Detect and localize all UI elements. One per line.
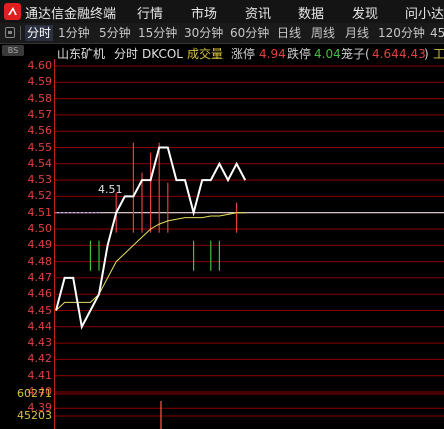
y-tick-label: 4.51	[27, 205, 53, 219]
y-tick-label: 4.42	[27, 352, 53, 366]
y-tick-label: 4.46	[27, 287, 53, 301]
y-axis-line	[54, 59, 55, 429]
y-tick-label: 4.50	[27, 222, 53, 235]
y-tick-label: 4.41	[27, 368, 53, 382]
price-flag: 4.51	[98, 183, 123, 196]
y-tick-label: 4.56	[27, 124, 53, 138]
y-tick-label: 4.47	[27, 270, 53, 284]
intraday-chart[interactable]	[0, 0, 444, 429]
y-tick-label: 4.54	[27, 156, 53, 170]
y-tick-label: 4.44	[27, 319, 53, 333]
y-tick-label: 4.55	[27, 140, 53, 154]
y-tick-label: 4.43	[27, 336, 53, 350]
y-tick-label: 4.49	[27, 238, 53, 252]
volume-tick-label: 60271	[17, 387, 52, 400]
y-tick-label: 4.53	[27, 173, 53, 187]
y-tick-label: 4.60	[27, 59, 53, 72]
y-tick-label: 4.45	[27, 303, 53, 317]
y-tick-label: 4.57	[27, 107, 53, 121]
volume-tick-label: 45203	[17, 409, 52, 422]
y-tick-label: 4.52	[27, 189, 53, 203]
y-tick-label: 4.59	[27, 75, 53, 89]
y-tick-label: 4.48	[27, 254, 53, 268]
y-tick-label: 4.58	[27, 91, 53, 105]
